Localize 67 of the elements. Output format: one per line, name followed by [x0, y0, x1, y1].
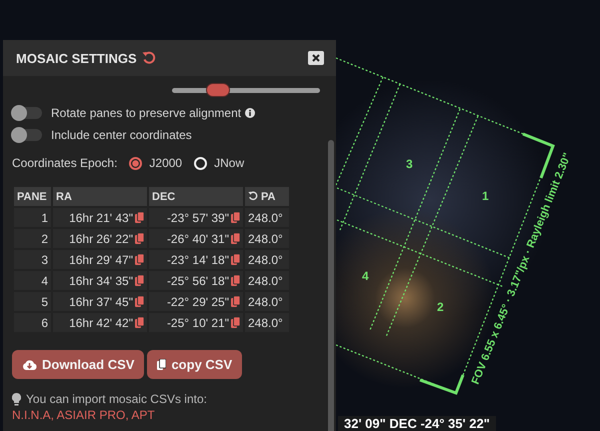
table-cell: -22° 29' 25" — [166, 294, 229, 308]
table-cell: -23° 14' 18" — [166, 252, 229, 266]
pane-number: 4 — [362, 269, 369, 283]
coordinates-readout: 32' 09" DEC -24° 35' 22" — [338, 416, 496, 431]
radio-label[interactable]: J2000 — [149, 156, 182, 170]
table-cell: 6 — [14, 313, 51, 332]
copy-icon[interactable] — [231, 274, 240, 286]
toggle-switch[interactable] — [12, 128, 42, 140]
table-cell: -23° 57' 39" — [166, 210, 229, 224]
table-cell: 16hr 29' 47" — [69, 252, 133, 266]
copy-icon[interactable] — [231, 212, 240, 222]
epoch-label: Coordinates Epoch: — [12, 156, 118, 170]
table-cell: 16hr 26' 22" — [69, 232, 133, 246]
copy-icon[interactable] — [231, 254, 240, 264]
apps-link[interactable]: N.I.N.A, ASIAIR PRO, APT — [12, 408, 155, 422]
column-header: RA — [53, 187, 147, 206]
table-cell: 248.0° — [245, 313, 289, 332]
table-cell: 16hr 37' 45" — [69, 294, 133, 308]
column-header: PANE — [14, 187, 51, 206]
copy-icon[interactable] — [135, 296, 144, 306]
slider-thumb[interactable] — [206, 82, 230, 96]
toggle-label: Include center coordinates — [51, 128, 192, 142]
table-cell: 4 — [14, 271, 51, 290]
pane-number: 1 — [482, 189, 489, 203]
copy-icon[interactable] — [135, 316, 144, 328]
copy-icon[interactable] — [135, 254, 144, 264]
close-icon — [312, 54, 320, 62]
toggle-switch[interactable] — [12, 106, 42, 118]
scrollbar[interactable] — [328, 140, 334, 431]
toggle-label: Rotate panes to preserve alignment — [51, 106, 242, 120]
table-cell: 248.0° — [245, 292, 289, 311]
table-cell: 2 — [14, 229, 51, 248]
copy-icon[interactable] — [135, 212, 144, 222]
copy-icon[interactable] — [135, 232, 144, 244]
info-icon[interactable] — [245, 108, 256, 118]
table-cell: 248.0° — [245, 229, 289, 248]
download-button[interactable]: Download CSV — [12, 350, 144, 379]
copy-icon — [157, 359, 166, 370]
table-cell: 248.0° — [245, 250, 289, 269]
table-cell: -25° 10' 21" — [166, 316, 229, 330]
column-header: DEC — [149, 187, 243, 206]
table-cell: 3 — [14, 250, 51, 269]
table-cell: 248.0° — [245, 271, 289, 290]
table-cell: 16hr 34' 35" — [69, 274, 133, 288]
copy-button[interactable]: copy CSV — [147, 350, 242, 379]
table-cell: 5 — [14, 292, 51, 311]
close-button[interactable] — [308, 51, 324, 65]
table-cell: -25° 56' 18" — [166, 274, 229, 288]
cloud-download-icon — [22, 358, 37, 370]
copy-icon[interactable] — [231, 232, 240, 244]
table-cell: 16hr 21' 43" — [69, 210, 133, 224]
table-cell: 16hr 42' 42" — [69, 316, 133, 330]
column-header: PA — [261, 190, 276, 202]
table-cell: 248.0° — [245, 208, 289, 227]
reset-icon[interactable] — [142, 51, 156, 65]
radio-label[interactable]: JNow — [214, 156, 244, 170]
table-cell: 1 — [14, 208, 51, 227]
panel-title: MOSAIC SETTINGS — [16, 50, 137, 66]
table-cell: -26° 40' 31" — [166, 232, 229, 246]
radio-button[interactable] — [129, 156, 142, 170]
pane-number: 2 — [437, 300, 444, 314]
copy-icon[interactable] — [231, 296, 240, 306]
lightbulb-icon — [12, 392, 21, 406]
pane-number: 3 — [406, 157, 413, 171]
copy-icon[interactable] — [135, 274, 144, 286]
copy-icon[interactable] — [231, 316, 240, 328]
tip-text: You can import mosaic CSVs into: — [26, 392, 207, 406]
